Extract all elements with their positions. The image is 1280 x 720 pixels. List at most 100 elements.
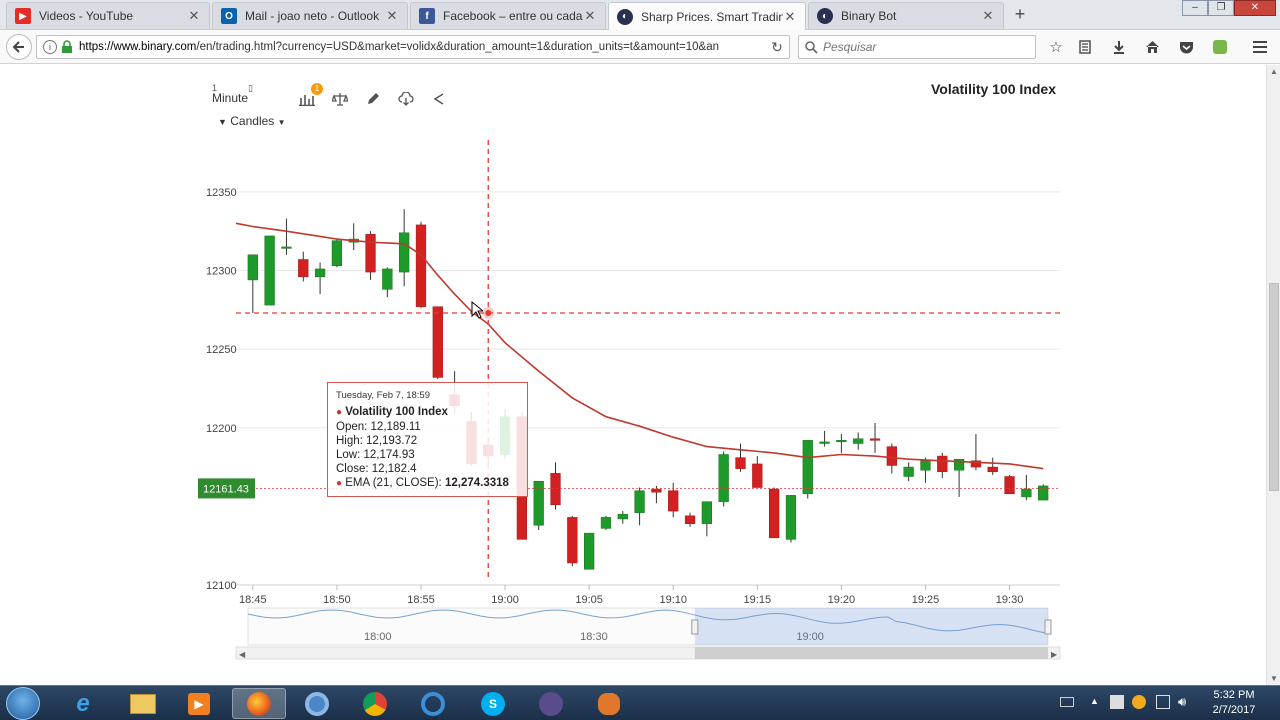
candle-body bbox=[247, 254, 258, 281]
x-tick-label: 19:25 bbox=[912, 594, 940, 606]
extension-icon[interactable] bbox=[1209, 36, 1231, 58]
outlook-icon: O bbox=[221, 8, 237, 24]
tray-expand-icon[interactable]: ▲ bbox=[1090, 696, 1099, 706]
tab-binary-trading[interactable]: ◐ Sharp Prices. Smart Tradin... ✕ bbox=[608, 2, 806, 30]
candle bbox=[735, 443, 746, 472]
minimize-button[interactable]: – bbox=[1182, 0, 1208, 16]
reading-list-icon[interactable] bbox=[1074, 36, 1096, 58]
series-dot-icon: ● bbox=[336, 407, 343, 418]
close-icon[interactable]: ✕ bbox=[187, 8, 201, 24]
candle bbox=[382, 267, 393, 298]
menu-icon[interactable] bbox=[1249, 36, 1271, 58]
scroll-down-arrow[interactable]: ▼ bbox=[1270, 674, 1278, 683]
candle bbox=[600, 515, 612, 530]
back-button[interactable] bbox=[6, 34, 32, 60]
tooltip-open: Open: 12,189.11 bbox=[336, 421, 421, 433]
mitt-icon[interactable] bbox=[582, 688, 636, 719]
close-icon[interactable]: ✕ bbox=[783, 9, 797, 25]
candle-body bbox=[651, 488, 662, 493]
search-input[interactable] bbox=[823, 40, 1035, 54]
tray-icon[interactable] bbox=[1132, 695, 1146, 709]
start-button[interactable] bbox=[6, 687, 40, 720]
candle bbox=[768, 487, 780, 539]
x-tick-label: 18:45 bbox=[239, 594, 267, 606]
scroll-up-arrow[interactable]: ▲ bbox=[1270, 67, 1278, 76]
close-window-button[interactable]: ✕ bbox=[1234, 0, 1276, 16]
vertical-scrollbar[interactable]: ▲ ▼ bbox=[1266, 65, 1280, 685]
tray-icon[interactable] bbox=[1110, 695, 1124, 709]
candle-body bbox=[869, 438, 881, 441]
candle bbox=[584, 532, 595, 570]
tray-icon[interactable] bbox=[1156, 695, 1170, 709]
candle-body bbox=[365, 234, 376, 273]
x-tick-label: 19:10 bbox=[659, 594, 687, 606]
candle-body bbox=[819, 441, 830, 444]
candle bbox=[1038, 484, 1049, 501]
tab-youtube[interactable]: ▶ Videos - YouTube ✕ bbox=[6, 2, 210, 29]
close-icon[interactable]: ✕ bbox=[385, 8, 399, 24]
firefox-icon[interactable] bbox=[232, 688, 286, 719]
skype-icon[interactable]: S bbox=[466, 688, 520, 719]
app-icon[interactable] bbox=[524, 688, 578, 719]
browser-tab-strip: ▶ Videos - YouTube ✕ O Mail - joao neto … bbox=[0, 0, 1280, 30]
home-icon[interactable] bbox=[1141, 36, 1163, 58]
candle-body bbox=[567, 517, 578, 564]
bookmark-star-icon[interactable]: ☆ bbox=[1045, 36, 1067, 58]
download-icon[interactable] bbox=[1108, 36, 1130, 58]
x-tick-label: 19:05 bbox=[575, 594, 603, 606]
scroll-left-arrow: ◀ bbox=[239, 650, 246, 659]
search-box[interactable] bbox=[798, 35, 1036, 59]
tooltip-ema: ● EMA (21, CLOSE): 12,274.3318 bbox=[336, 476, 527, 491]
address-bar[interactable]: i https://www.binary.com/en/trading.html… bbox=[36, 35, 790, 59]
file-explorer-icon[interactable] bbox=[116, 688, 170, 719]
info-icon[interactable]: i bbox=[43, 40, 57, 54]
media-player-icon[interactable]: ▶ bbox=[172, 688, 226, 719]
candle bbox=[634, 487, 645, 526]
candlestick-chart[interactable]: 12100 12200 12250 12300 12350 18:45 18:50 18:5… bbox=[0, 65, 1266, 685]
candle bbox=[853, 432, 864, 450]
candle bbox=[1021, 474, 1032, 501]
navigator-handle-right bbox=[1044, 619, 1052, 635]
binary-icon: ◐ bbox=[617, 8, 633, 25]
volume-icon[interactable]: 🔊︎ bbox=[1178, 694, 1186, 710]
tab-facebook[interactable]: f Facebook – entre ou cadas... ✕ bbox=[410, 2, 606, 29]
tooltip-high: High: 12,193.72 bbox=[336, 435, 418, 447]
candle-body bbox=[836, 440, 847, 443]
reload-icon[interactable]: ↻ bbox=[765, 39, 789, 56]
scroll-right-arrow: ▶ bbox=[1051, 650, 1058, 659]
tooltip-ema-value: 12,274.3318 bbox=[444, 477, 509, 489]
candle bbox=[348, 223, 359, 251]
candle bbox=[903, 462, 914, 482]
ccleaner-icon[interactable] bbox=[406, 688, 460, 719]
candle-body bbox=[1038, 485, 1049, 501]
y-axis: 12100 12200 12250 12300 12350 bbox=[206, 187, 237, 592]
tab-label: Videos - YouTube bbox=[39, 9, 134, 23]
tab-outlook[interactable]: O Mail - joao neto - Outlook ✕ bbox=[212, 2, 408, 29]
candle-body bbox=[533, 480, 544, 526]
candle bbox=[550, 462, 561, 510]
tab-binary-bot[interactable]: ◐ Binary Bot ✕ bbox=[808, 2, 1004, 29]
maximize-button[interactable]: ❐ bbox=[1208, 0, 1234, 16]
crosshair bbox=[236, 140, 1060, 577]
candle-body bbox=[298, 259, 309, 278]
candle-body bbox=[802, 440, 813, 495]
scrollbar-thumb[interactable] bbox=[1269, 283, 1279, 491]
candle bbox=[533, 480, 544, 530]
navigator-handle-left bbox=[691, 619, 699, 635]
keyboard-icon[interactable] bbox=[1060, 697, 1074, 707]
pocket-icon[interactable] bbox=[1175, 36, 1197, 58]
candle bbox=[247, 254, 258, 313]
internet-explorer-icon[interactable]: e bbox=[56, 688, 110, 719]
candle-body bbox=[331, 240, 343, 267]
candle-body bbox=[735, 457, 746, 469]
clock-time: 5:32 PM bbox=[1213, 689, 1255, 701]
candle-body bbox=[1021, 488, 1032, 498]
chromium-icon[interactable] bbox=[290, 688, 344, 719]
chrome-icon[interactable] bbox=[348, 688, 402, 719]
tooltip-close: Close: 12,182.4 bbox=[336, 463, 417, 475]
close-icon[interactable]: ✕ bbox=[583, 8, 597, 24]
tab-label: Binary Bot bbox=[841, 9, 897, 23]
system-clock[interactable]: 5:32 PM 2/7/2017 bbox=[1206, 688, 1262, 718]
new-tab-button[interactable]: + bbox=[1010, 4, 1030, 24]
close-icon[interactable]: ✕ bbox=[981, 8, 995, 24]
